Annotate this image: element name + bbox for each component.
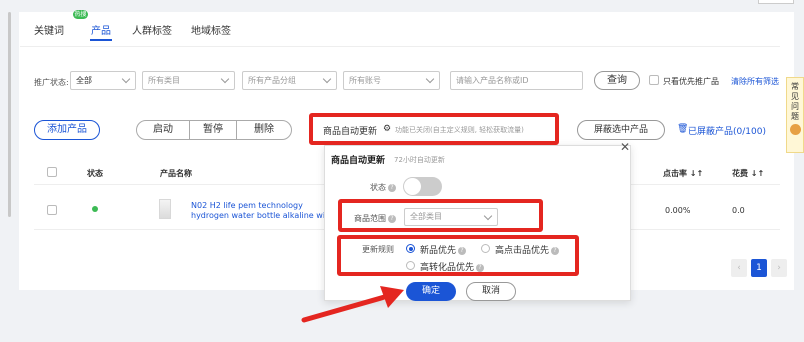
priority-only-label: 只看优先推广品	[663, 77, 719, 86]
delete-button[interactable]: 删除	[236, 120, 292, 140]
product-title-line1[interactable]: N02 H2 life pem technology	[191, 201, 303, 210]
status-label-text: 状态	[370, 183, 386, 192]
pager-page-button[interactable]: 1	[751, 259, 767, 277]
top-strip	[0, 0, 804, 12]
status-filter-label: 推广状态:	[34, 78, 69, 87]
left-scrollbar[interactable]	[8, 12, 11, 217]
account-select[interactable]: 所有账号	[343, 71, 440, 90]
select-all-checkbox[interactable]	[47, 167, 57, 177]
support-avatar-icon	[789, 124, 801, 135]
popup-subtitle: 72小时自动更新	[394, 156, 445, 164]
pause-button[interactable]: 暂停	[189, 120, 237, 140]
ctr-value: 0.00%	[665, 206, 691, 215]
chevron-down-icon	[220, 74, 230, 84]
annotation-box-scope	[338, 199, 543, 232]
tab-product[interactable]: 产品	[91, 22, 111, 37]
tab-region-tags[interactable]: 地域标签	[191, 22, 231, 37]
faq-char: 见	[791, 92, 799, 101]
account-select-placeholder: 所有账号	[349, 76, 381, 85]
priority-only-checkbox[interactable]	[649, 75, 659, 85]
trash-icon: 🗑	[677, 124, 689, 134]
search-input-placeholder: 请输入产品名称或ID	[456, 76, 529, 85]
status-select[interactable]: 全部	[70, 71, 136, 90]
close-icon[interactable]: ✕	[620, 140, 630, 154]
hot-badge: 热搜	[73, 10, 88, 19]
cancel-button[interactable]: 取消	[466, 282, 516, 301]
annotation-arrow-icon	[301, 286, 404, 323]
active-tab-indicator	[90, 39, 112, 41]
faq-char: 问	[791, 102, 799, 111]
auto-update-toggle[interactable]	[403, 177, 442, 196]
product-title-line2[interactable]: hydrogen water bottle alkaline wit...	[191, 211, 336, 220]
chevron-down-icon	[322, 74, 332, 84]
start-button[interactable]: 启动	[136, 120, 190, 140]
faq-widget[interactable]: 常 见 问 题	[786, 77, 804, 153]
product-search-input[interactable]: 请输入产品名称或ID	[450, 71, 583, 90]
clear-filters-link[interactable]: 清除所有筛选	[731, 76, 779, 87]
category-select-placeholder: 所有类目	[148, 76, 180, 85]
pager-prev-button[interactable]: ‹	[731, 259, 747, 277]
chevron-down-icon	[121, 74, 131, 84]
status-row-label: 状态?	[370, 182, 396, 193]
tab-audience-tags[interactable]: 人群标签	[132, 22, 172, 37]
cost-value: 0.0	[732, 206, 745, 215]
header-ctr[interactable]: 点击率 ↓↑	[663, 168, 703, 179]
header-cost[interactable]: 花费 ↓↑	[732, 168, 764, 179]
help-icon: ?	[388, 183, 396, 192]
popup-title: 商品自动更新	[331, 156, 386, 166]
block-selected-button[interactable]: 屏蔽选中产品	[577, 120, 665, 140]
header-status: 状态	[87, 169, 103, 178]
group-select-placeholder: 所有产品分组	[248, 76, 296, 85]
product-thumbnail	[159, 199, 171, 219]
annotation-box-rules	[337, 235, 579, 276]
category-select[interactable]: 所有类目	[142, 71, 235, 90]
status-select-value: 全部	[76, 76, 92, 85]
product-group-select[interactable]: 所有产品分组	[242, 71, 337, 90]
pager-next-button[interactable]: ›	[771, 259, 787, 277]
add-product-button[interactable]: 添加产品	[34, 120, 100, 140]
status-active-dot	[92, 206, 98, 212]
header-product-name: 产品名称	[160, 169, 192, 178]
annotation-box-auto-update	[309, 113, 559, 145]
top-right-button[interactable]	[758, 0, 794, 4]
toggle-knob	[404, 178, 421, 195]
row-checkbox[interactable]	[47, 205, 57, 215]
search-button[interactable]: 查询	[594, 71, 640, 90]
tabs-divider	[20, 46, 780, 47]
faq-char: 题	[791, 112, 799, 121]
confirm-button[interactable]: 确定	[406, 282, 456, 301]
faq-char: 常	[791, 82, 799, 91]
tab-keyword[interactable]: 关键词	[34, 22, 64, 37]
blocked-products-link[interactable]: 已屏蔽产品(0/100)	[688, 124, 766, 137]
chevron-down-icon	[425, 74, 435, 84]
